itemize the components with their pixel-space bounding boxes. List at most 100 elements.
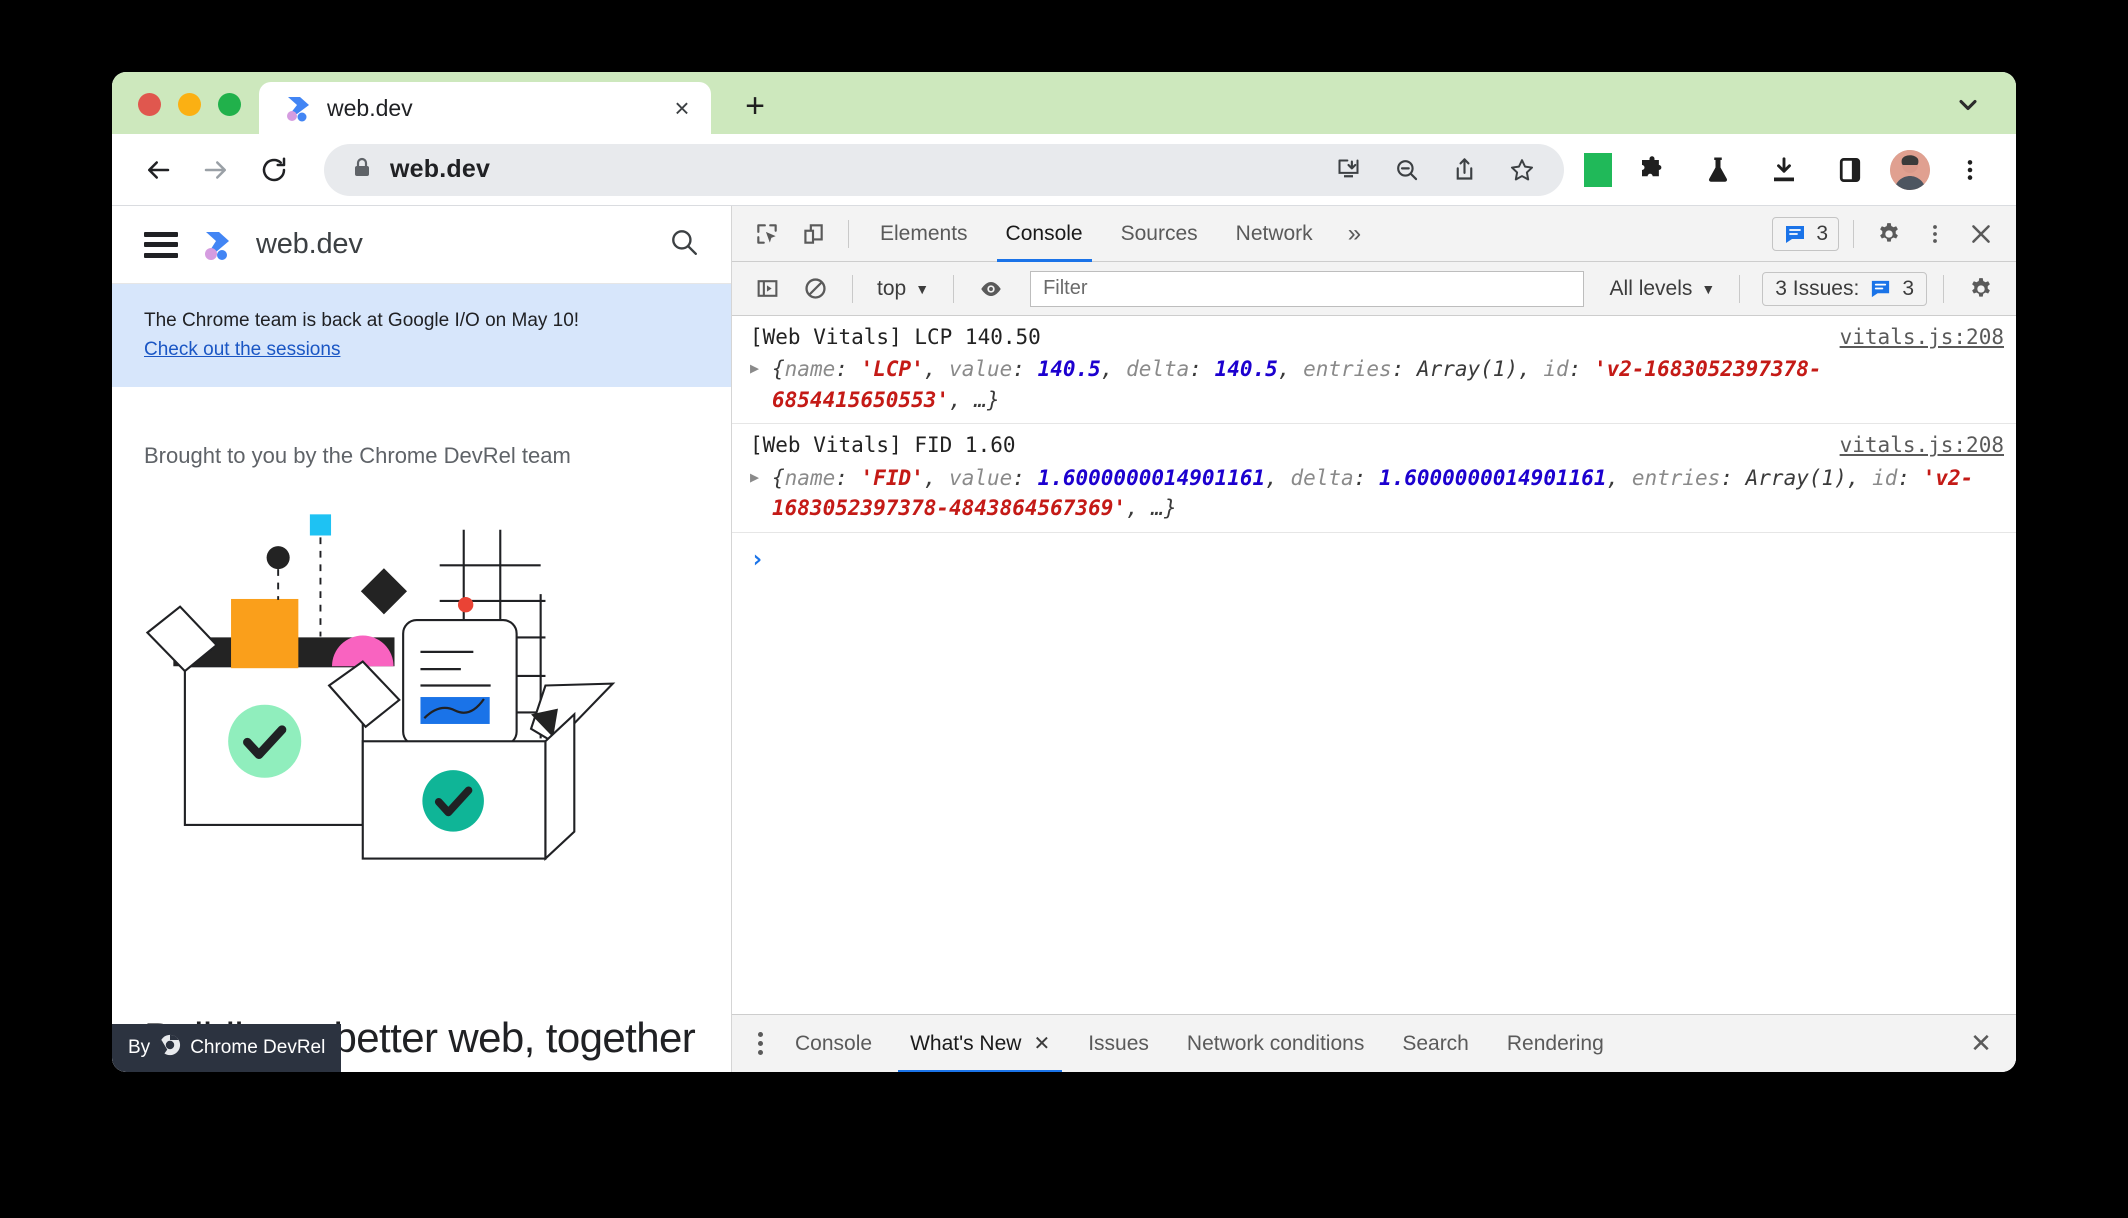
green-square-extension-icon[interactable] <box>1584 152 1612 187</box>
console-object-0: {name: 'LCP', value: 140.5, delta: 140.5… <box>772 357 1822 412</box>
console-settings-gear-icon[interactable] <box>1960 268 2002 310</box>
drawer-tab-label: What's New <box>910 1031 1022 1055</box>
inspect-element-icon[interactable] <box>746 213 788 255</box>
close-drawer-icon[interactable]: ✕ <box>1960 1023 2002 1065</box>
console-message-detail[interactable]: ▶ {name: 'LCP', value: 140.5, delta: 140… <box>750 354 2004 415</box>
web-dev-favicon <box>283 93 313 123</box>
execution-context-select[interactable]: top ▼ <box>869 277 937 301</box>
drawer-menu-icon[interactable] <box>746 1032 775 1055</box>
minimize-window-button[interactable] <box>178 93 201 116</box>
maximize-window-button[interactable] <box>218 93 241 116</box>
drawer-tab-console[interactable]: Console <box>777 1015 890 1073</box>
console-message[interactable]: [Web Vitals] FID 1.60 vitals.js:208 ▶ {n… <box>732 424 2016 533</box>
more-tabs-icon[interactable]: » <box>1334 220 1375 248</box>
tab-strip: web.dev × + <box>112 72 2016 134</box>
drawer-tab-label: Console <box>795 1031 873 1055</box>
drawer-tab-whats-new[interactable]: What's New ✕ <box>892 1015 1068 1072</box>
extension-icons <box>1584 144 1996 196</box>
tab-network[interactable]: Network <box>1219 206 1330 262</box>
close-icon[interactable]: × <box>667 93 697 123</box>
console-message-header: [Web Vitals] FID 1.60 vitals.js:208 <box>750 430 2004 460</box>
byline-badge: By Chrome DevRel <box>112 1024 342 1072</box>
drawer-tab-rendering[interactable]: Rendering <box>1489 1015 1622 1073</box>
chevron-down-icon[interactable] <box>1948 88 1988 122</box>
browser-toolbar: web.dev <box>112 134 2016 206</box>
back-icon[interactable] <box>132 144 184 196</box>
tab-sources[interactable]: Sources <box>1104 206 1215 262</box>
issue-bubble-icon <box>1872 280 1890 298</box>
disclosure-triangle-icon[interactable]: ▶ <box>750 463 764 492</box>
reload-icon[interactable] <box>248 144 300 196</box>
drawer-tab-network-conditions[interactable]: Network conditions <box>1169 1015 1382 1073</box>
install-icon[interactable] <box>1328 150 1368 190</box>
search-icon[interactable] <box>669 227 699 262</box>
flask-experiments-icon[interactable] <box>1692 144 1744 196</box>
gear-icon[interactable] <box>1868 213 1910 255</box>
bookmark-star-icon[interactable] <box>1502 150 1542 190</box>
zoom-out-icon[interactable] <box>1386 150 1426 190</box>
console-message-summary: [Web Vitals] FID 1.60 <box>750 433 1016 458</box>
side-panel-icon[interactable] <box>1824 144 1876 196</box>
banner-link[interactable]: Check out the sessions <box>144 339 340 361</box>
divider <box>1739 274 1741 303</box>
device-toolbar-icon[interactable] <box>792 213 834 255</box>
avatar[interactable] <box>1890 149 1930 190</box>
drawer-tab-issues[interactable]: Issues <box>1070 1015 1167 1073</box>
devtools-menu-icon[interactable] <box>1914 213 1956 255</box>
live-expression-eye-icon[interactable] <box>970 268 1012 310</box>
console-messages: [Web Vitals] LCP 140.50 vitals.js:208 ▶ … <box>732 316 2016 1014</box>
issues-summary-button[interactable]: 3 Issues: 3 <box>1762 271 1927 306</box>
new-tab-button[interactable]: + <box>731 82 779 130</box>
tab-console[interactable]: Console <box>989 206 1100 262</box>
close-window-button[interactable] <box>138 93 161 116</box>
console-filter-input[interactable]: Filter <box>1030 270 1584 307</box>
execution-context-value: top <box>877 276 907 300</box>
drawer-tab-search[interactable]: Search <box>1384 1015 1487 1073</box>
close-devtools-icon[interactable] <box>1960 213 2002 255</box>
page-viewport: web.dev The Chrome team is back at Googl… <box>112 206 732 1072</box>
divider <box>1943 274 1944 303</box>
divider <box>1853 219 1854 248</box>
drawer-tab-label: Issues <box>1088 1031 1149 1055</box>
console-prompt[interactable]: › <box>732 533 2016 585</box>
forward-icon[interactable] <box>190 144 242 196</box>
issues-badge[interactable]: 3 <box>1772 216 1839 251</box>
web-dev-logo-icon <box>200 228 234 262</box>
console-source-link[interactable]: vitals.js:208 <box>1826 430 2004 460</box>
hamburger-menu-icon[interactable] <box>144 231 178 258</box>
chevron-down-icon: ▼ <box>915 280 930 297</box>
drawer-tab-label: Search <box>1402 1031 1469 1055</box>
browser-tab[interactable]: web.dev × <box>259 82 711 134</box>
byline-prefix: By <box>128 1037 151 1058</box>
content-area: web.dev The Chrome team is back at Googl… <box>112 206 2016 1072</box>
chevron-down-icon: ▼ <box>1701 280 1716 297</box>
share-icon[interactable] <box>1444 150 1484 190</box>
issue-bubble-icon <box>1786 225 1805 243</box>
disclosure-triangle-icon[interactable]: ▶ <box>750 354 764 383</box>
site-header: web.dev <box>112 206 731 284</box>
download-icon[interactable] <box>1758 144 1810 196</box>
byline-author: Chrome DevRel <box>190 1037 326 1058</box>
log-levels-select[interactable]: All levels ▼ <box>1602 277 1724 301</box>
chrome-logo-icon <box>159 1034 181 1062</box>
divider <box>953 274 955 303</box>
devtools-panel: Elements Console Sources Network » 3 top… <box>732 206 2016 1072</box>
url-text: web.dev <box>390 155 491 183</box>
console-message[interactable]: [Web Vitals] LCP 140.50 vitals.js:208 ▶ … <box>732 316 2016 425</box>
omnibox-actions <box>1328 150 1550 190</box>
close-icon[interactable]: ✕ <box>1033 1031 1050 1056</box>
issues-badge-count: 3 <box>1816 221 1828 245</box>
console-message-detail[interactable]: ▶ {name: 'FID', value: 1.600000001490116… <box>750 463 2004 524</box>
console-message-summary: [Web Vitals] LCP 140.50 <box>750 325 1041 349</box>
screen: web.dev × + web.dev web.dev The Chrome t… <box>0 0 2128 1218</box>
tab-elements[interactable]: Elements <box>863 206 985 262</box>
address-bar[interactable]: web.dev <box>324 143 1564 196</box>
chrome-menu-icon[interactable] <box>1944 144 1996 196</box>
console-prompt-chevron-icon: › <box>750 544 765 573</box>
site-name: web.dev <box>256 228 363 260</box>
puzzle-extensions-icon[interactable] <box>1626 144 1678 196</box>
console-sidebar-toggle-icon[interactable] <box>746 268 788 310</box>
console-source-link[interactable]: vitals.js:208 <box>1826 322 2004 352</box>
browser-window: web.dev × + web.dev web.dev The Chrome t… <box>112 72 2016 1072</box>
clear-console-icon[interactable] <box>794 268 836 310</box>
